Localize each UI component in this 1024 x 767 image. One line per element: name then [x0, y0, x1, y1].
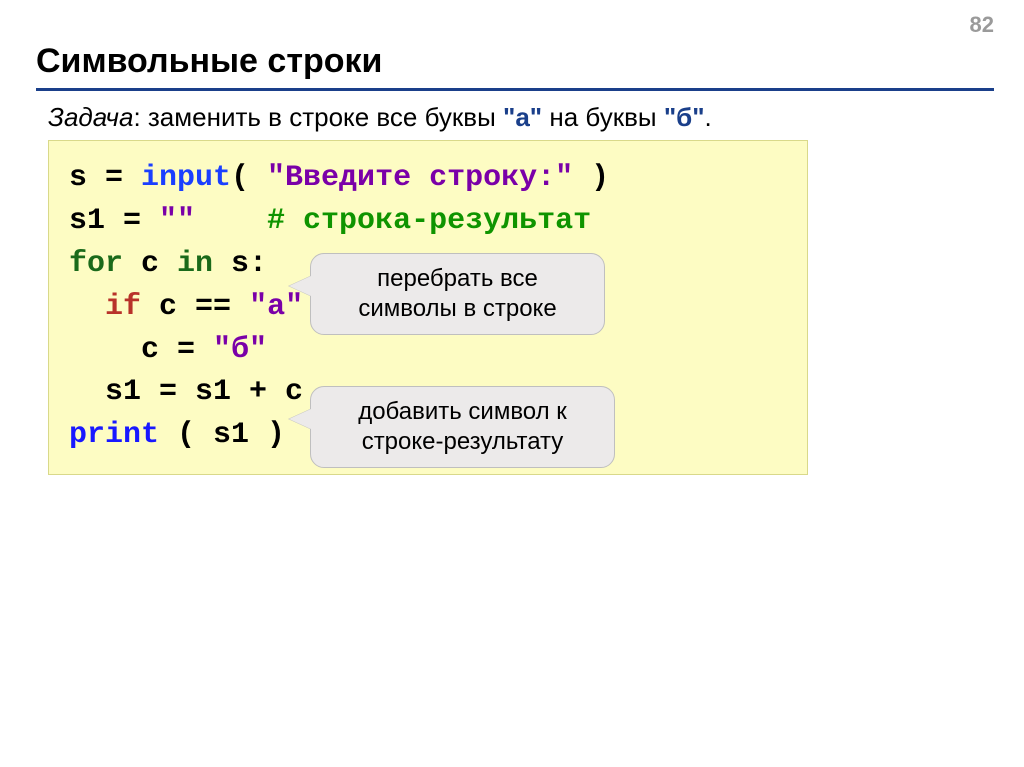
- code-l2-b: "": [159, 204, 195, 238]
- code-l7-b: ( s1 ): [159, 418, 285, 452]
- code-l3-b: c: [123, 247, 177, 281]
- code-l2-a: s1 =: [69, 204, 159, 238]
- task-text-1: : заменить в строке все буквы: [133, 102, 503, 132]
- code-l3-d: s:: [213, 247, 267, 281]
- page-title: Символьные строки: [36, 42, 382, 81]
- callout-2-row1: добавить символ к: [331, 397, 594, 427]
- code-l1-c: (: [231, 161, 267, 195]
- code-l3-c: in: [177, 247, 213, 281]
- task-quote-a: "а": [503, 102, 542, 132]
- callout-1-row2: символы в строке: [331, 294, 584, 324]
- code-l3-a: for: [69, 247, 123, 281]
- code-l4-a: [69, 290, 105, 324]
- code-l4-c: c ==: [141, 290, 249, 324]
- code-l5-a: c =: [69, 333, 213, 367]
- callout-1-row1: перебрать все: [331, 264, 584, 294]
- task-text: Задача: заменить в строке все буквы "а" …: [48, 102, 712, 133]
- code-l5-b: "б": [213, 333, 267, 367]
- code-l4-b: if: [105, 290, 141, 324]
- code-l1-b: input: [141, 161, 231, 195]
- callout-append: добавить символ к строке-результату: [310, 386, 615, 468]
- task-text-3: .: [705, 102, 712, 132]
- callout-2-row2: строке-результату: [331, 427, 594, 457]
- code-l7-a: print: [69, 418, 159, 452]
- code-l1-d: "Введите строку:": [267, 161, 573, 195]
- code-l2-d: # строка-результат: [267, 204, 591, 238]
- code-l1-e: ): [573, 161, 609, 195]
- task-text-2: на буквы: [542, 102, 664, 132]
- code-l2-c: [195, 204, 267, 238]
- task-quote-b: "б": [664, 102, 705, 132]
- task-label: Задача: [48, 102, 133, 132]
- code-l1-a: s =: [69, 161, 141, 195]
- page-number: 82: [970, 12, 994, 38]
- code-l6-a: s1 = s1 + c: [69, 375, 303, 409]
- callout-iterate: перебрать все символы в строке: [310, 253, 605, 335]
- title-underline: [36, 88, 994, 91]
